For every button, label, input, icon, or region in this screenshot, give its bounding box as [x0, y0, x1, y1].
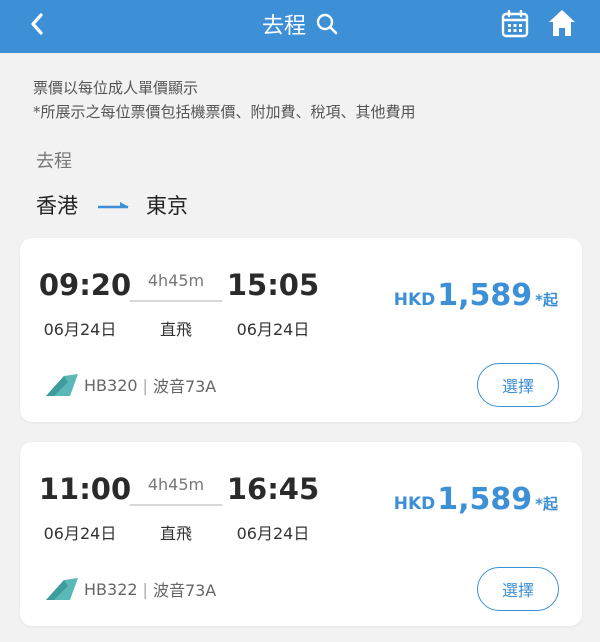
route-arrow-icon — [98, 199, 130, 211]
flight-info: HB320 | 波音73A — [44, 372, 216, 398]
arrival-date: 06月24日 — [236, 524, 310, 543]
duration-divider — [130, 504, 222, 506]
arrival-time: 16:45 — [226, 472, 320, 506]
flight-number: HB322 — [84, 579, 138, 599]
origin-city: 香港 — [36, 194, 78, 218]
arrival-date: 06月24日 — [236, 320, 310, 339]
departure-time: 09:20 — [38, 268, 132, 302]
fare-notice-line-1: 票價以每位成人單價顯示 — [33, 79, 199, 97]
price-amount: 1,589 — [437, 482, 533, 517]
aircraft-type: 波音73A — [152, 377, 217, 396]
airline-logo-icon — [46, 374, 78, 396]
airline-logo-icon — [46, 578, 78, 600]
select-flight-button[interactable]: 選擇 — [477, 363, 559, 407]
fare-notice: 票價以每位成人單價顯示 *所展示之每位票價包括機票價、附加費、稅項、其他費用 — [33, 76, 416, 124]
price-currency: HKD — [393, 290, 436, 310]
calendar-icon — [501, 10, 529, 38]
departure-date: 06月24日 — [43, 320, 117, 339]
price-currency: HKD — [393, 494, 436, 514]
info-separator: | — [142, 579, 148, 599]
price-suffix: *起 — [535, 291, 558, 309]
stops-label: 直飛 — [159, 524, 192, 543]
flight-info: HB322 | 波音73A — [44, 576, 216, 602]
flight-duration: 4h45m — [147, 271, 205, 290]
flight-number: HB320 — [84, 375, 138, 395]
top-navigation-bar: 去程 — [0, 0, 600, 53]
section-label: 去程 — [36, 151, 72, 172]
arrival-time: 15:05 — [226, 268, 320, 302]
stops-label: 直飛 — [159, 320, 192, 339]
price-suffix: *起 — [535, 495, 558, 513]
fare-notice-line-2: *所展示之每位票價包括機票價、附加費、稅項、其他費用 — [33, 103, 416, 121]
search-icon[interactable] — [316, 13, 338, 35]
duration-divider — [130, 300, 222, 302]
fare-price: HKD 1,589 *起 — [394, 482, 558, 517]
select-flight-button[interactable]: 選擇 — [477, 567, 559, 611]
route-summary: 香港 東京 — [36, 190, 188, 220]
aircraft-type: 波音73A — [152, 581, 217, 600]
departure-date: 06月24日 — [43, 524, 117, 543]
fare-price: HKD 1,589 *起 — [394, 278, 558, 313]
price-amount: 1,589 — [437, 278, 533, 313]
info-separator: | — [142, 375, 148, 395]
flight-duration: 4h45m — [147, 475, 205, 494]
destination-city: 東京 — [146, 194, 188, 218]
departure-time: 11:00 — [38, 472, 132, 506]
flight-card[interactable]: 11:00 4h45m 16:45 06月24日 直飛 06月24日 HKD 1… — [20, 442, 582, 626]
page-title: 去程 — [261, 14, 306, 39]
home-button[interactable] — [545, 6, 579, 40]
flight-card[interactable]: 09:20 4h45m 15:05 06月24日 直飛 06月24日 HKD 1… — [20, 238, 582, 422]
calendar-button[interactable] — [499, 8, 531, 40]
home-icon — [549, 10, 575, 36]
